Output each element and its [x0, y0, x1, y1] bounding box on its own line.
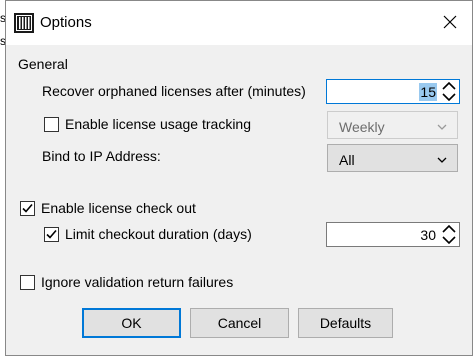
chevron-down-icon: [437, 157, 447, 163]
recover-minutes-spinner[interactable]: [440, 81, 458, 102]
ignore-validation-label: Ignore validation return failures: [41, 274, 234, 290]
checkmark-icon: [22, 203, 33, 213]
close-icon: [443, 15, 457, 32]
spin-up-button[interactable]: [440, 81, 458, 92]
ignore-validation-checkbox[interactable]: [20, 275, 35, 290]
enable-checkout-label: Enable license check out: [41, 200, 196, 216]
bind-ip-value: All: [339, 152, 355, 168]
spin-up-button[interactable]: [440, 224, 458, 235]
recover-minutes-stepper[interactable]: 15: [326, 79, 460, 104]
usage-tracking-label: Enable license usage tracking: [65, 116, 252, 132]
options-dialog: Options General Recover orphaned license…: [5, 0, 473, 356]
checkmark-icon: [46, 229, 57, 239]
cancel-button[interactable]: Cancel: [190, 308, 289, 338]
spin-down-button[interactable]: [440, 92, 458, 103]
chevron-down-icon: [442, 236, 456, 244]
general-heading: General: [18, 56, 68, 72]
window-title: Options: [40, 14, 92, 31]
chevron-up-icon: [442, 82, 456, 90]
bind-ip-select[interactable]: All: [327, 144, 458, 172]
defaults-button[interactable]: Defaults: [298, 308, 393, 338]
spin-down-button[interactable]: [440, 235, 458, 246]
limit-checkout-label: Limit checkout duration (days): [65, 226, 252, 242]
chevron-down-icon: [442, 93, 456, 101]
limit-checkout-checkbox[interactable]: [44, 227, 59, 242]
app-bars-icon: [14, 13, 34, 33]
checkout-days-spinner[interactable]: [440, 224, 458, 245]
recover-orphaned-label: Recover orphaned licenses after (minutes…: [42, 83, 306, 99]
chevron-down-icon: [437, 124, 447, 130]
chevron-up-icon: [442, 225, 456, 233]
ok-button[interactable]: OK: [82, 308, 181, 338]
enable-checkout-checkbox[interactable]: [20, 201, 35, 216]
checkout-days-stepper[interactable]: 30: [326, 222, 460, 247]
usage-tracking-period-value: Weekly: [339, 119, 385, 135]
close-button[interactable]: [428, 1, 472, 45]
title-bar[interactable]: Options: [6, 1, 472, 45]
bind-ip-label: Bind to IP Address:: [42, 148, 161, 164]
recover-minutes-value: 15: [419, 83, 437, 101]
checkout-days-value: 30: [420, 227, 436, 243]
usage-tracking-checkbox[interactable]: [44, 117, 59, 132]
usage-tracking-period-select[interactable]: Weekly: [327, 111, 458, 139]
